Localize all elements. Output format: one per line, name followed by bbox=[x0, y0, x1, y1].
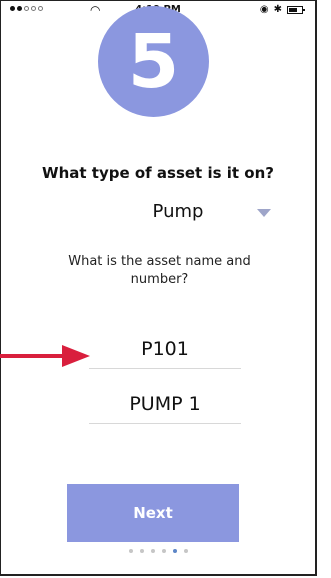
step-number-badge: 5 bbox=[98, 6, 209, 117]
asset-name-field[interactable]: PUMP 1 bbox=[89, 386, 241, 424]
page-dot bbox=[161, 549, 166, 553]
battery-icon bbox=[287, 5, 305, 14]
bluetooth-icon: ✱ bbox=[273, 4, 282, 15]
page-dot bbox=[150, 549, 155, 553]
page-dot-active bbox=[172, 549, 177, 553]
location-icon: ◉ bbox=[259, 4, 269, 15]
asset-type-selected-value: Pump bbox=[152, 201, 204, 222]
asset-name-label: What is the asset name and number? bbox=[68, 254, 251, 287]
asset-number-field[interactable]: P101 bbox=[89, 331, 241, 369]
page-indicator bbox=[1, 549, 315, 553]
annotation-arrow-icon bbox=[0, 345, 90, 367]
status-indicators: ◉ ✱ bbox=[259, 4, 305, 15]
page-dot bbox=[128, 549, 133, 553]
asset-type-question: What type of asset is it on? bbox=[42, 164, 274, 182]
page-dot bbox=[183, 549, 188, 553]
next-button[interactable]: Next bbox=[67, 484, 239, 542]
page-dot bbox=[139, 549, 144, 553]
dropdown-arrow-icon[interactable] bbox=[257, 209, 271, 217]
phone-screen: ◠ 4:19 PM ◉ ✱ 5 What type of asset is it… bbox=[0, 0, 317, 576]
asset-type-select[interactable]: Pump bbox=[85, 197, 271, 229]
